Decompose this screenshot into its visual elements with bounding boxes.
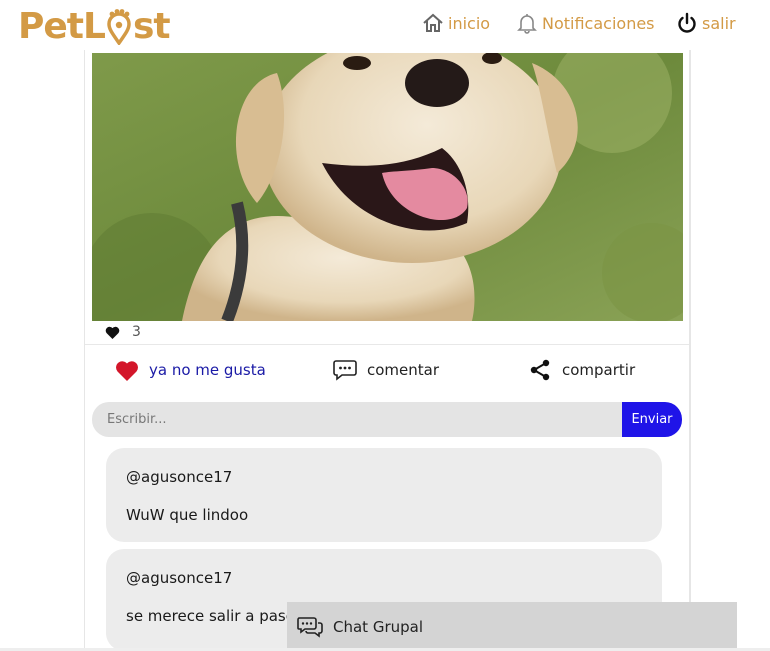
nav-salir-label: salir [702, 13, 736, 33]
nav-notificaciones-label: Notificaciones [542, 13, 655, 33]
likes-count: 3 [132, 324, 141, 340]
share-icon [530, 359, 550, 381]
heart-filled-icon [116, 360, 138, 381]
unlike-label: ya no me gusta [149, 361, 266, 379]
comment-form: Enviar [92, 402, 682, 437]
top-navbar: PetL st inicio Notificaciones salir [0, 0, 770, 50]
paw-pin-icon [106, 8, 132, 46]
heart-small-icon [105, 326, 120, 339]
logo-text-end: st [132, 6, 171, 47]
nav-notificaciones[interactable]: Notificaciones [516, 10, 655, 36]
post-card: 3 ya no me gusta comentar compartir Envi… [84, 50, 691, 651]
bell-icon [517, 14, 537, 34]
comment-user: @agusonce17 [126, 468, 233, 486]
comment-bubble-icon [333, 360, 357, 381]
app-logo[interactable]: PetL st [18, 6, 171, 47]
comment-button[interactable]: comentar [333, 356, 439, 384]
group-chat-toggle[interactable]: Chat Grupal [287, 602, 737, 651]
comment-label: comentar [367, 361, 440, 379]
logo-text-start: PetL [18, 6, 106, 47]
post-image [92, 53, 683, 321]
nav-inicio-label: inicio [448, 13, 491, 33]
divider [85, 344, 689, 345]
nav-inicio[interactable]: inicio [422, 10, 490, 36]
group-chat-label: Chat Grupal [333, 617, 423, 636]
home-icon [423, 13, 443, 32]
comment-user: @agusonce17 [126, 569, 233, 587]
nav-salir[interactable]: salir [676, 10, 736, 36]
share-button[interactable]: compartir [528, 356, 635, 384]
send-button[interactable]: Enviar [622, 402, 682, 437]
unlike-button[interactable]: ya no me gusta [115, 356, 266, 384]
comment-item: @agusonce17 WuW que lindoo [106, 448, 662, 542]
chat-bubbles-icon [297, 616, 323, 638]
comment-text: WuW que lindoo [126, 506, 249, 524]
power-icon [678, 12, 696, 33]
comment-input[interactable] [92, 402, 622, 437]
share-label: compartir [562, 361, 636, 379]
likes-summary: 3 [105, 321, 141, 343]
comment-text: se merece salir a pasear [126, 607, 311, 625]
